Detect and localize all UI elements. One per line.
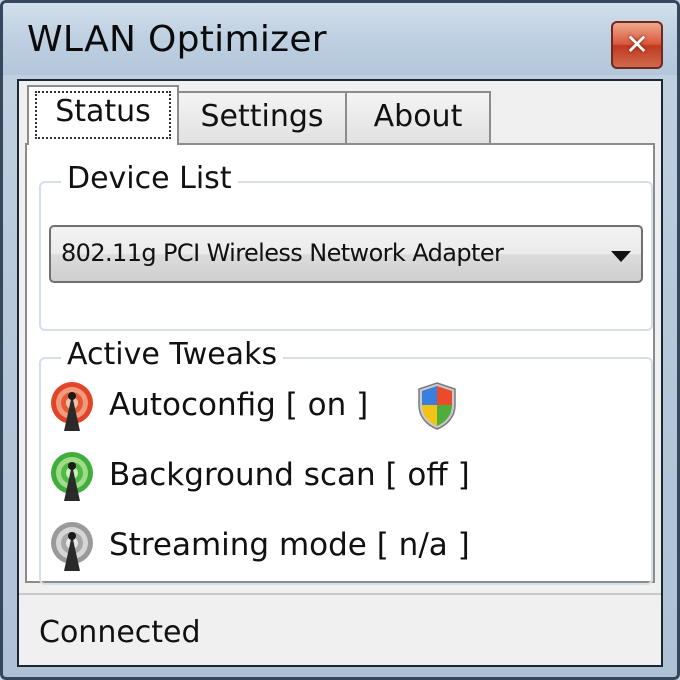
tweak-autoconfig: Autoconfig [ on ]	[47, 379, 637, 435]
status-bar: Connected	[19, 593, 661, 665]
tweak-background-scan-label: Background scan [ off ]	[109, 457, 470, 493]
tab-settings-label: Settings	[200, 99, 324, 134]
device-list-group: Device List 802.11g PCI Wireless Network…	[39, 161, 653, 331]
antenna-red-icon	[51, 382, 93, 431]
tab-status-label: Status	[55, 94, 151, 129]
tweak-autoconfig-label: Autoconfig [ on ]	[109, 387, 369, 423]
tweak-background-scan: Background scan [ off ]	[47, 449, 637, 505]
tweak-streaming-mode-label: Streaming mode [ n/a ]	[109, 527, 470, 563]
close-button[interactable]: ✕	[611, 21, 663, 69]
tab-about-label: About	[373, 99, 463, 134]
tab-settings[interactable]: Settings	[177, 91, 347, 143]
active-tweaks-title: Active Tweaks	[61, 337, 284, 372]
device-select-value: 802.11g PCI Wireless Network Adapter	[61, 239, 504, 267]
antenna-green-icon	[51, 452, 93, 501]
tweak-streaming-mode: Streaming mode [ n/a ]	[47, 519, 637, 575]
device-list-title: Device List	[61, 161, 238, 196]
chevron-down-icon[interactable]	[611, 251, 631, 262]
window-title: WLAN Optimizer	[27, 19, 327, 60]
device-select[interactable]: 802.11g PCI Wireless Network Adapter	[49, 225, 643, 283]
tab-about[interactable]: About	[345, 91, 491, 143]
antenna-gray-icon	[51, 522, 93, 571]
client-area: Status Settings About Device List 802.11…	[17, 79, 663, 667]
tab-strip: Status Settings About	[19, 81, 661, 145]
title-bar[interactable]: WLAN Optimizer ✕	[3, 3, 677, 75]
active-tweaks-group: Active Tweaks Autoconfig [ on ] Backgrou…	[39, 337, 653, 585]
tab-status[interactable]: Status	[27, 85, 179, 145]
uac-shield-icon	[418, 382, 456, 430]
app-window: WLAN Optimizer ✕ Status Settings About D…	[0, 0, 680, 680]
connection-status: Connected	[39, 615, 201, 650]
status-tab-panel: Device List 802.11g PCI Wireless Network…	[25, 143, 655, 585]
close-icon: ✕	[625, 28, 649, 61]
